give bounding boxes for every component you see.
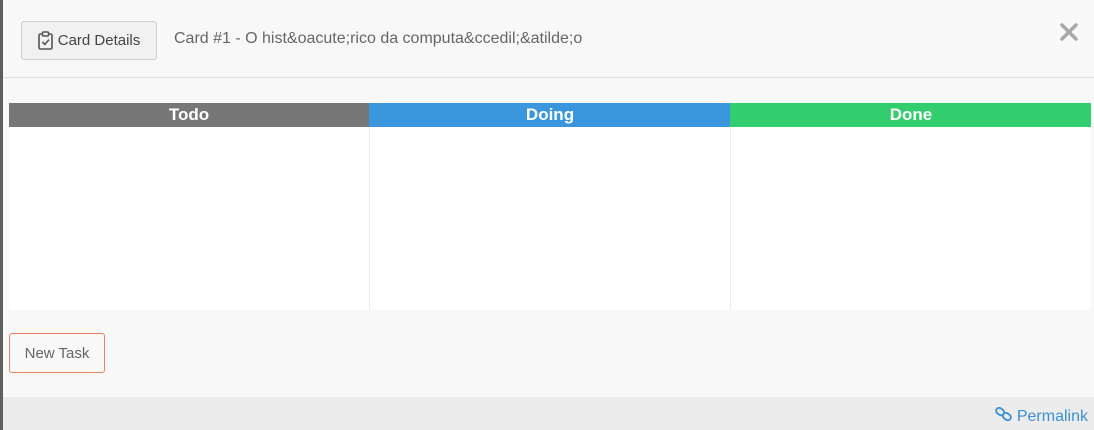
clipboard-check-icon bbox=[37, 31, 53, 50]
column-header-doing: Doing bbox=[369, 103, 730, 127]
permalink-link[interactable]: Permalink bbox=[995, 406, 1088, 426]
close-icon[interactable] bbox=[1056, 18, 1082, 46]
card-title: Card #1 - O hist&oacute;rico da computa&… bbox=[174, 30, 583, 47]
column-todo: Todo bbox=[9, 103, 369, 310]
column-doing: Doing bbox=[369, 103, 730, 310]
permalink-label: Permalink bbox=[1016, 407, 1088, 425]
column-header-done: Done bbox=[730, 103, 1091, 127]
modal-footer: Permalink bbox=[3, 397, 1094, 430]
column-body-todo[interactable] bbox=[9, 127, 369, 310]
link-icon bbox=[995, 406, 1012, 426]
modal-header: Card Details Card #1 - O hist&oacute;ric… bbox=[3, 0, 1094, 78]
column-header-todo: Todo bbox=[9, 103, 369, 127]
new-task-button[interactable]: New Task bbox=[9, 333, 105, 373]
column-done: Done bbox=[730, 103, 1091, 310]
card-details-button[interactable]: Card Details bbox=[21, 21, 157, 60]
column-body-doing[interactable] bbox=[370, 127, 730, 310]
card-details-label: Card Details bbox=[57, 32, 141, 49]
column-body-done[interactable] bbox=[731, 127, 1091, 310]
task-board: Todo Doing Done bbox=[9, 103, 1091, 310]
card-details-modal: Card Details Card #1 - O hist&oacute;ric… bbox=[3, 0, 1094, 430]
